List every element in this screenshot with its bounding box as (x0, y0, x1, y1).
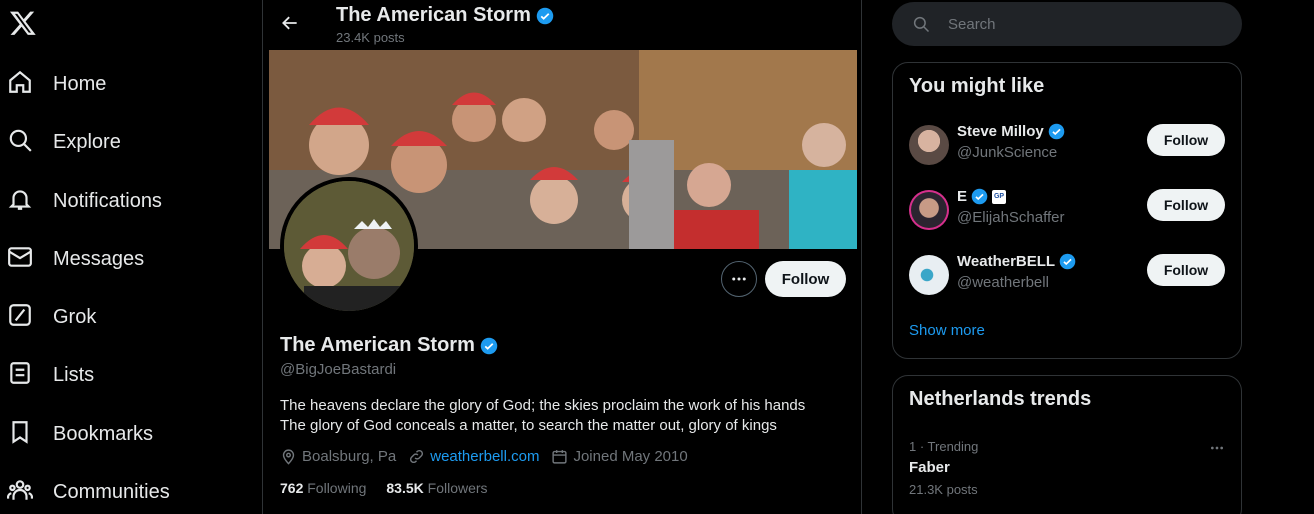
follow-button[interactable]: Follow (1147, 189, 1225, 221)
card-title: You might like (909, 75, 1045, 97)
profile-header-bar: The American Storm 23.4K posts (263, 0, 861, 50)
header-posts-count: 23.4K posts (336, 30, 405, 45)
show-more-link[interactable]: Show more (909, 322, 985, 339)
suggestion-handle: @weatherbell (957, 274, 1049, 291)
website-item[interactable]: weatherbell.com (408, 448, 539, 465)
nav-item-home[interactable]: Home (0, 60, 106, 108)
following-count-link[interactable]: 762 Following (280, 480, 366, 496)
nav-item-lists[interactable]: Lists (0, 351, 94, 399)
calendar-icon (552, 450, 568, 464)
nav-label: Messages (53, 247, 145, 270)
trends-card: Netherlands trends 1 · Trending Faber 21… (892, 375, 1242, 514)
list-icon (7, 360, 33, 391)
suggestion-name: Steve Milloy (957, 123, 1044, 140)
followers-count-link[interactable]: 83.5K Followers (386, 480, 487, 496)
search-box[interactable] (892, 2, 1242, 46)
trend-name[interactable]: Faber (909, 459, 950, 476)
search-icon (913, 16, 930, 33)
nav-item-bookmarks[interactable]: Bookmarks (0, 410, 153, 458)
affiliate-badge-icon: GP (992, 189, 1007, 204)
verified-badge-icon (480, 337, 498, 354)
follow-button[interactable]: Follow (1147, 254, 1225, 286)
more-options-button[interactable] (721, 261, 757, 297)
card-title: Netherlands trends (909, 388, 1092, 410)
location-pin-icon (282, 449, 295, 465)
nav-label: Explore (53, 130, 121, 153)
profile-meta: Boalsburg, Pa weatherbell.com Joined May… (280, 448, 700, 465)
people-icon (7, 477, 33, 508)
bookmark-icon (7, 419, 33, 450)
profile-handle: @BigJoeBastardi (280, 361, 397, 378)
search-input[interactable] (948, 15, 1198, 33)
nav-label: Bookmarks (53, 422, 154, 445)
verified-badge-icon (536, 7, 554, 24)
bell-icon (7, 186, 33, 217)
left-nav: Home Explore Notifications Messages Grok… (0, 0, 262, 514)
grok-icon (7, 302, 33, 333)
trend-post-count: 21.3K posts (909, 482, 978, 497)
follow-button[interactable]: Follow (1147, 124, 1225, 156)
nav-item-communities[interactable]: Communities (0, 468, 170, 514)
profile-avatar[interactable] (280, 177, 418, 315)
nav-label: Grok (53, 305, 97, 328)
nav-label: Notifications (53, 189, 162, 212)
nav-item-explore[interactable]: Explore (0, 118, 121, 166)
header-profile-name: The American Storm (336, 4, 554, 27)
location-item: Boalsburg, Pa (280, 448, 396, 465)
x-logo-icon[interactable] (0, 0, 46, 46)
verified-badge-icon (1048, 123, 1064, 140)
nav-item-messages[interactable]: Messages (0, 235, 144, 283)
profile-name: The American Storm (280, 334, 498, 357)
app-root: Home Explore Notifications Messages Grok… (0, 0, 1314, 514)
nav-item-grok[interactable]: Grok (0, 293, 96, 341)
suggestion-item[interactable]: Steve Milloy @JunkScience Follow (909, 123, 1227, 171)
ellipsis-icon[interactable] (1207, 438, 1227, 458)
link-icon (410, 449, 424, 464)
nav-label: Communities (53, 480, 170, 503)
website-link[interactable]: weatherbell.com (430, 448, 539, 465)
avatar[interactable] (909, 125, 949, 165)
search-icon (7, 127, 33, 158)
ellipsis-icon (732, 277, 746, 281)
nav-label: Home (53, 72, 107, 95)
suggestion-handle: @ElijahSchaffer (957, 209, 1065, 226)
bio-line: The glory of God conceals a matter, to s… (280, 417, 777, 434)
joined-item: Joined May 2010 (551, 448, 688, 465)
avatar[interactable] (909, 255, 949, 295)
verified-badge-icon (971, 188, 988, 205)
follow-counts: 762 Following 83.5K Followers (280, 480, 488, 496)
back-arrow-icon[interactable] (277, 10, 303, 36)
bio-line: The heavens declare the glory of God; th… (280, 397, 806, 414)
suggestion-handle: @JunkScience (957, 144, 1058, 161)
trend-meta: 1 · Trending (909, 439, 979, 454)
suggestion-name: E (957, 188, 968, 205)
verified-badge-icon (1059, 253, 1076, 270)
profile-bio: The heavens declare the glory of God; th… (280, 396, 850, 436)
mail-icon (7, 244, 33, 275)
suggestion-item[interactable]: E GP @ElijahSchaffer Follow (909, 188, 1227, 236)
nav-item-notifications[interactable]: Notifications (0, 177, 162, 225)
follow-button[interactable]: Follow (765, 261, 846, 297)
profile-column: The American Storm 23.4K posts Follow Th… (262, 0, 862, 514)
suggestion-name: WeatherBELL (957, 253, 1056, 270)
suggestion-item[interactable]: WeatherBELL @weatherbell Follow (909, 253, 1227, 301)
avatar[interactable] (909, 190, 949, 230)
nav-label: Lists (53, 363, 95, 386)
who-to-follow-card: You might like Steve Milloy @JunkScience… (892, 62, 1242, 359)
home-icon (7, 69, 33, 100)
